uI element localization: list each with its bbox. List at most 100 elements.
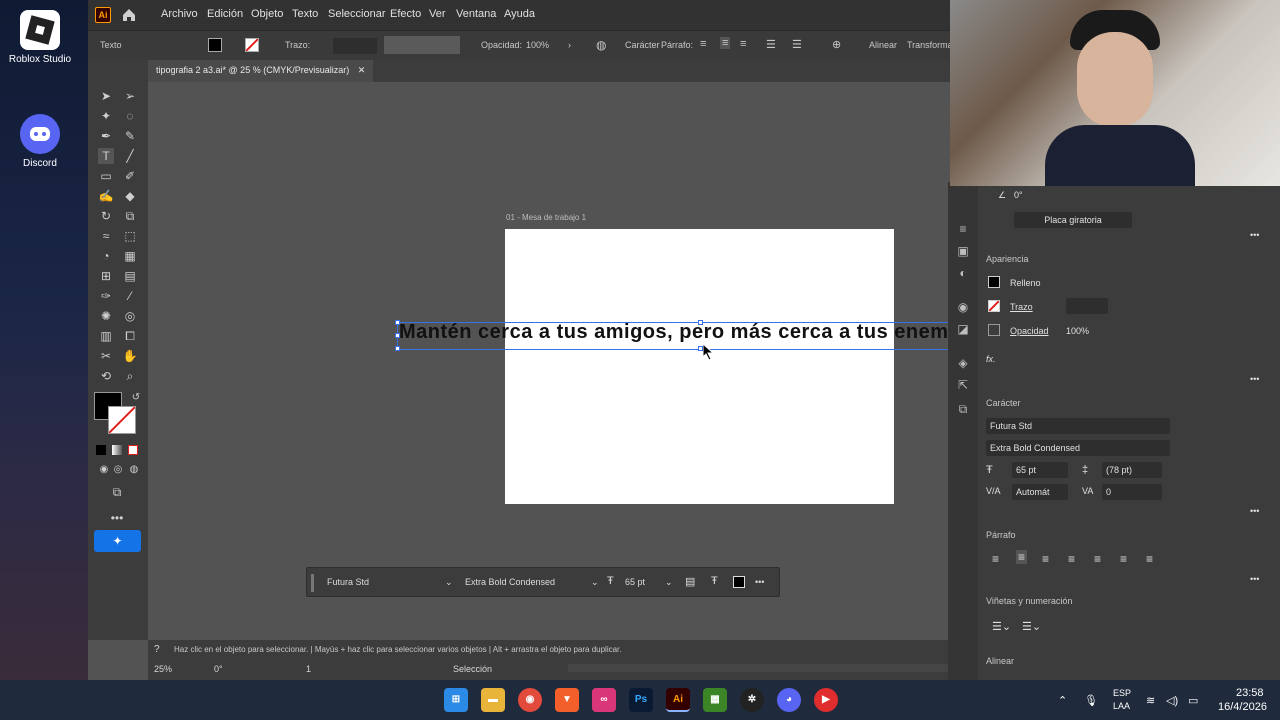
home-icon[interactable] [120, 6, 138, 24]
swatches-icon[interactable]: ▣ [956, 244, 970, 258]
menu-texto[interactable]: Texto [292, 8, 318, 20]
distribute-icon[interactable]: ☰ [766, 38, 776, 51]
selection-handle[interactable] [698, 320, 703, 325]
clock-time[interactable]: 23:58 [1236, 687, 1264, 699]
microphone-icon[interactable]: 🎙︎ [1084, 694, 1098, 707]
type-tool-icon[interactable]: T [98, 148, 114, 164]
zoom-level[interactable]: 25% [154, 664, 172, 674]
desktop-icon-discord[interactable]: Discord [0, 114, 80, 169]
menu-archivo[interactable]: Archivo [161, 8, 198, 20]
align-center-icon[interactable]: ≡ [1016, 550, 1028, 564]
battery-icon[interactable]: ▭ [1188, 694, 1198, 707]
menu-ayuda[interactable]: Ayuda [504, 8, 535, 20]
draw-behind-icon[interactable]: ◎ [110, 462, 126, 478]
paragraph-label[interactable]: Párrafo: [661, 40, 693, 50]
wifi-icon[interactable]: ≋ [1146, 694, 1155, 707]
stroke-weight-field[interactable] [333, 38, 377, 54]
font-family-dropdown[interactable]: Futura Std [986, 418, 1170, 434]
rotate-view-button[interactable]: Placa giratoria [1014, 212, 1132, 228]
appearance-icon[interactable]: ◉ [956, 300, 970, 314]
generative-ai-button[interactable]: ✦ [94, 530, 141, 552]
lasso-icon[interactable]: ◌ [122, 108, 138, 124]
align-center-icon[interactable]: ≡ [720, 37, 731, 49]
desktop-icon-roblox-studio[interactable]: Roblox Studio [0, 10, 80, 65]
symbol-sprayer-icon[interactable]: ✺ [98, 308, 114, 324]
region-indicator[interactable]: LAA [1113, 701, 1130, 711]
selection-handle[interactable] [395, 320, 400, 325]
recolor-icon[interactable]: ◍ [596, 38, 606, 52]
shape-builder-icon[interactable]: ◔ [98, 248, 114, 264]
justify-center-icon[interactable]: ≡ [1094, 552, 1101, 566]
scale-tool-icon[interactable]: ⧉ [122, 208, 138, 224]
more-options-icon[interactable]: ••• [1250, 230, 1259, 240]
justify-left-icon[interactable]: ≡ [1068, 552, 1075, 566]
color-icon[interactable]: ◐ [956, 266, 970, 280]
direct-selection-tool-icon[interactable]: ➢ [122, 88, 138, 104]
panel-menu-icon[interactable]: ≡ [956, 222, 970, 236]
tracking-field[interactable]: 0 [1102, 484, 1162, 500]
paintbrush-icon[interactable]: ✐ [122, 168, 138, 184]
opacity-link[interactable]: Opacidad [1010, 326, 1049, 336]
transform-link[interactable]: Transforma [907, 40, 953, 50]
minecraft-icon[interactable]: ▦ [703, 688, 727, 712]
selection-tool-icon[interactable]: ➤ [98, 88, 114, 104]
pen-tool-icon[interactable]: ✒ [98, 128, 114, 144]
opacity-value[interactable]: 100% [526, 40, 549, 50]
stroke-weight-input[interactable] [1066, 298, 1108, 314]
artboard-text[interactable]: Mantén cerca a tus amigos, pero más cerc… [399, 321, 992, 344]
transparency-icon[interactable]: ◪ [956, 322, 970, 336]
chevron-down-icon[interactable]: ⌄ [591, 577, 599, 588]
character-link[interactable]: Carácter [625, 40, 660, 50]
more-options-icon[interactable]: ••• [1250, 574, 1259, 584]
brave-icon[interactable]: ▼ [555, 688, 579, 712]
document-tab[interactable]: tipografia 2 a3.ai* @ 25 % (CMYK/Previsu… [148, 60, 374, 82]
discord-taskbar-icon[interactable]: ◕ [777, 688, 801, 712]
chevron-right-icon[interactable]: › [568, 40, 571, 50]
clock-date[interactable]: 16/4/2026 [1218, 701, 1267, 713]
numbering-icon[interactable]: ☰⌄ [1022, 620, 1041, 633]
color-mode-none[interactable] [128, 445, 138, 455]
paragraph-options-icon[interactable]: ▤ [685, 575, 695, 588]
bullets-icon[interactable]: ☰⌄ [992, 620, 1011, 633]
close-icon[interactable]: ✕ [358, 65, 366, 75]
selection-handle[interactable] [395, 333, 400, 338]
more-options-icon[interactable]: ••• [1250, 374, 1259, 384]
selection-handle[interactable] [395, 346, 400, 351]
shaper-tool-icon[interactable]: ✍ [98, 188, 114, 204]
chevron-down-icon[interactable]: ⌄ [445, 577, 453, 588]
align-link[interactable]: Alinear [869, 40, 897, 50]
menu-objeto[interactable]: Objeto [251, 8, 283, 20]
kerning-field[interactable]: Automát [1012, 484, 1068, 500]
perspective-grid-icon[interactable]: ▦ [122, 248, 138, 264]
context-font-size[interactable]: 65 pt [625, 577, 645, 587]
language-indicator[interactable]: ESP [1113, 688, 1131, 698]
hand-tool-icon[interactable]: ✋ [122, 348, 138, 364]
chevron-down-icon[interactable]: ⌄ [665, 577, 673, 588]
rotate-view-icon[interactable]: ⟲ [98, 368, 114, 384]
free-transform-icon[interactable]: ⬚ [122, 228, 138, 244]
opacity-value[interactable]: 100% [1066, 326, 1089, 336]
artboard-number[interactable]: 1 [306, 664, 311, 674]
export-icon[interactable]: ⇱ [956, 378, 970, 392]
font-size-field[interactable]: 65 pt [1012, 462, 1068, 478]
drag-handle[interactable] [311, 574, 314, 592]
text-color-swatch[interactable] [733, 576, 745, 588]
canvas-area[interactable]: 01 - Mesa de trabajo 1 Mantén cerca a tu… [150, 82, 1020, 642]
font-style-dropdown[interactable]: Extra Bold Condensed [986, 440, 1170, 456]
type-options-icon[interactable]: Ŧ [711, 575, 718, 587]
color-mode-gradient[interactable] [112, 445, 122, 455]
screen-mode-icon[interactable]: ⧉ [109, 484, 125, 500]
warp-tool-icon[interactable]: ≈ [98, 228, 114, 244]
magic-wand-icon[interactable]: ✦ [98, 108, 114, 124]
media-player-icon[interactable]: ▶ [814, 688, 838, 712]
help-icon[interactable]: ? [154, 644, 160, 655]
line-tool-icon[interactable]: ╱ [122, 148, 138, 164]
blend-tool-icon[interactable]: ⁄ [122, 288, 138, 304]
artboard-tool-icon[interactable]: ⧠ [122, 328, 138, 344]
context-font-style[interactable]: Extra Bold Condensed [465, 577, 555, 587]
artboard[interactable] [505, 229, 894, 504]
mesh-tool-icon[interactable]: ⊞ [98, 268, 114, 284]
chrome-icon[interactable]: ◉ [518, 688, 542, 712]
artboards-icon[interactable]: ⧉ [956, 402, 970, 416]
chatgpt-icon[interactable]: ✲ [740, 688, 764, 712]
